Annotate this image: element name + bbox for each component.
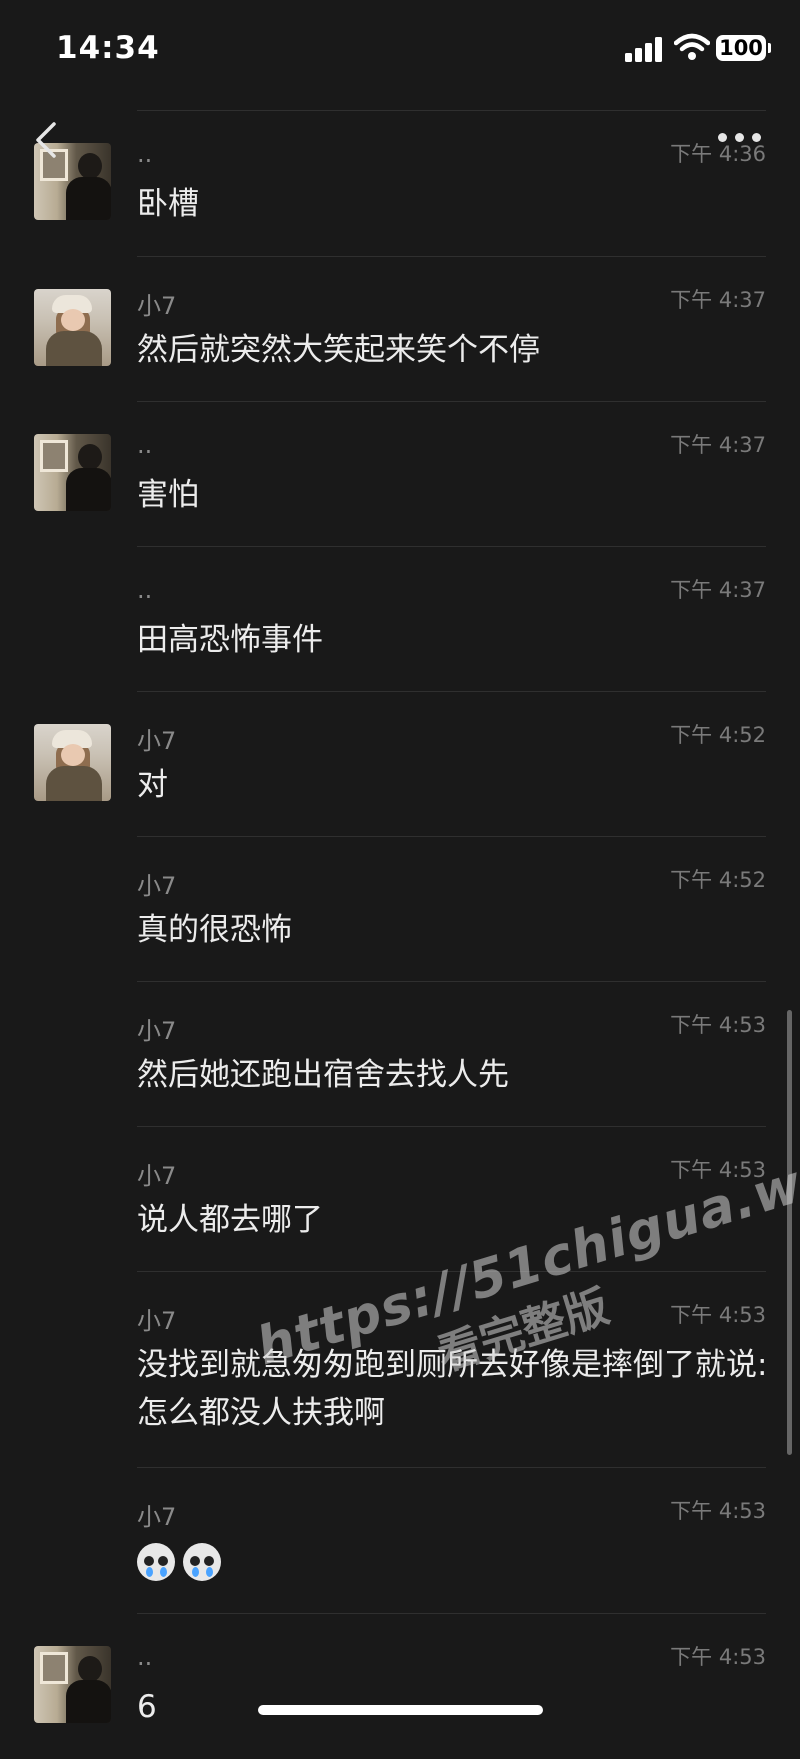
message-time: 下午 4:37 [670,578,766,602]
message-text: 真的很恐怖 [137,912,292,948]
message-divider [137,110,766,111]
message-divider [137,981,766,982]
message-divider [137,1467,766,1468]
message-time: 下午 4:37 [670,433,766,457]
message-row[interactable]: 小7 下午 4:53 [0,1467,800,1613]
avatar[interactable] [34,1646,111,1723]
crying-face-emoji-icon [183,1543,221,1581]
message-divider [137,1126,766,1127]
crying-face-emoji-icon [137,1543,175,1581]
sender-name: .. [137,431,153,459]
sender-name: 小7 [137,292,177,320]
message-row[interactable]: 小7 下午 4:53 然后她还跑出宿舍去找人先 [0,981,800,1126]
message-divider [137,1613,766,1614]
more-options-icon[interactable] [718,133,762,143]
sender-name: 小7 [137,1503,177,1531]
message-row[interactable]: .. 下午 4:36 卧槽 [0,110,800,256]
message-divider [137,401,766,402]
message-divider [137,256,766,257]
message-divider [137,836,766,837]
sender-name: 小7 [137,1307,177,1335]
message-text: 然后就突然大笑起来笑个不停 [137,332,540,368]
message-row[interactable]: .. 下午 4:37 田高恐怖事件 [0,546,800,691]
message-text: 田高恐怖事件 [137,622,323,658]
message-text: 然后她还跑出宿舍去找人先 [137,1057,509,1093]
message-row[interactable]: 小7 下午 4:52 对 [0,691,800,836]
message-divider [137,546,766,547]
sender-name: 小7 [137,872,177,900]
sender-name: 小7 [137,1017,177,1045]
sender-name: .. [137,576,153,604]
sender-name: .. [137,1643,153,1671]
message-time: 下午 4:53 [670,1013,766,1037]
sender-name: .. [137,140,153,168]
sender-name: 小7 [137,727,177,755]
home-indicator[interactable] [258,1705,543,1715]
emoji-row [137,1543,221,1581]
avatar[interactable] [34,434,111,511]
back-arrow-icon[interactable] [30,120,64,160]
avatar[interactable] [34,724,111,801]
message-time: 下午 4:53 [670,1499,766,1523]
chat-list[interactable]: .. 下午 4:36 卧槽 小7 下午 4:37 然后就突然大笑起来笑个不停.. 下午 4:… [0,0,800,1733]
message-time: 下午 4:53 [670,1645,766,1669]
message-divider [137,691,766,692]
message-text: 卧槽 [137,186,199,222]
avatar[interactable] [34,289,111,366]
message-row[interactable]: .. 下午 4:37 害怕 [0,401,800,546]
message-row[interactable]: .. 下午 4:53 6 [0,1613,800,1759]
message-time: 下午 4:52 [670,868,766,892]
message-row[interactable]: 小7 下午 4:52 真的很恐怖 [0,836,800,981]
message-time: 下午 4:52 [670,723,766,747]
message-row[interactable]: 小7 下午 4:37 然后就突然大笑起来笑个不停 [0,256,800,401]
sender-name: 小7 [137,1162,177,1190]
message-time: 下午 4:37 [670,288,766,312]
message-text: 害怕 [137,477,199,513]
message-text: 对 [137,767,168,803]
